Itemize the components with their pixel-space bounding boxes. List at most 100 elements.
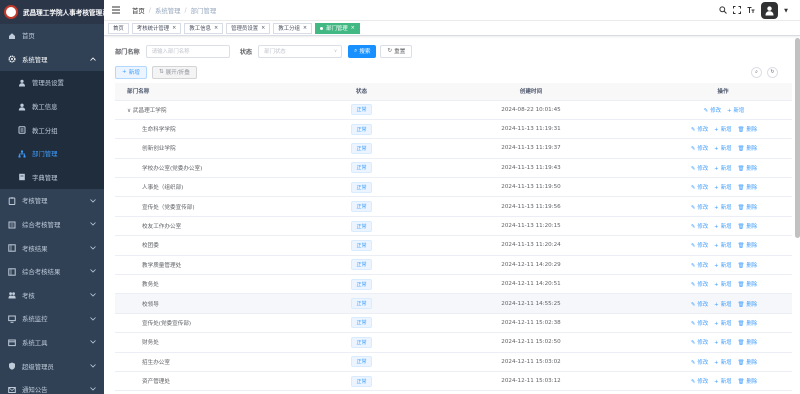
dept-name: 宣传处（党委宣传部) (142, 204, 195, 211)
sidebar-item[interactable]: 考核结果 (0, 236, 104, 260)
search-icon[interactable] (719, 5, 727, 16)
add-child-button[interactable]: + 新增 (712, 127, 731, 133)
edit-button[interactable]: ✎ 修改 (702, 108, 721, 114)
chevron-down-icon[interactable]: ▼ (784, 8, 788, 14)
tag-2[interactable]: 教工信息 × (184, 22, 224, 34)
sidebar-item[interactable]: 首页 (0, 24, 104, 48)
dict-icon (18, 173, 26, 181)
add-child-button[interactable]: + 新增 (712, 146, 731, 152)
sidebar-item[interactable]: 管理员设置 (0, 71, 104, 95)
edit-button[interactable]: ✎ 修改 (689, 243, 708, 249)
search-toggle-button[interactable]: ⌕ (751, 66, 762, 78)
hamburger-icon[interactable] (112, 6, 120, 14)
delete-button[interactable]: 🗑 删除 (736, 166, 758, 172)
status-cell: 正常 (315, 293, 408, 314)
sidebar-item[interactable]: 部门管理 (0, 141, 104, 166)
status-badge: 正常 (351, 201, 372, 213)
chevron-down-icon (89, 339, 96, 346)
sidebar-item[interactable]: 通知公告 (0, 378, 104, 394)
add-child-button[interactable]: + 新增 (712, 205, 731, 211)
delete-button[interactable]: 🗑 删除 (736, 379, 758, 385)
delete-button[interactable]: 🗑 删除 (736, 302, 758, 308)
tag-3[interactable]: 管理员设置 × (226, 22, 271, 34)
search-button[interactable]: ⌕ 搜索 (348, 44, 377, 58)
add-child-button[interactable]: + 新增 (712, 263, 731, 269)
sidebar-item[interactable]: 系统工具 (0, 331, 104, 355)
edit-button[interactable]: ✎ 修改 (689, 146, 708, 152)
delete-button[interactable]: 🗑 删除 (736, 146, 758, 152)
sidebar-item[interactable]: 教工信息 (0, 94, 104, 119)
sidebar-item[interactable]: 综合考核管理 (0, 213, 104, 237)
delete-button[interactable]: 🗑 删除 (736, 340, 758, 346)
plus-icon: + (714, 301, 719, 308)
fullscreen-icon[interactable] (733, 5, 742, 16)
edit-button[interactable]: ✎ 修改 (689, 127, 708, 133)
refresh-button[interactable]: ↻ (767, 66, 778, 78)
add-button[interactable]: + 新增 (115, 65, 147, 79)
delete-button[interactable]: 🗑 删除 (736, 185, 758, 191)
sidebar-item[interactable]: 字典管理 (0, 165, 104, 190)
sidebar-item[interactable]: 考核 (0, 284, 104, 308)
tag-1[interactable]: 考核统计管理 × (131, 22, 182, 34)
close-icon[interactable]: × (303, 25, 307, 31)
tag-5[interactable]: 部门管理 × (315, 22, 360, 34)
sidebar-item[interactable]: 系统管理 (0, 48, 104, 72)
edit-button[interactable]: ✎ 修改 (689, 282, 708, 288)
add-child-button[interactable]: + 新增 (712, 243, 731, 249)
ops-cell: ✎ 修改 + 新增 🗑 删除 (654, 177, 792, 198)
edit-button[interactable]: ✎ 修改 (689, 166, 708, 172)
add-child-button[interactable]: + 新增 (712, 282, 731, 288)
edit-button[interactable]: ✎ 修改 (689, 185, 708, 191)
expand-collapse-button[interactable]: ⇅ 展开/折叠 (151, 65, 197, 79)
create-time-cell: 2024-12-11 14:20:51 (408, 274, 654, 295)
dept-name-input[interactable]: 请输入部门名称 (145, 44, 230, 58)
delete-button[interactable]: 🗑 删除 (736, 263, 758, 269)
add-child-button-label: 新增 (720, 185, 732, 192)
edit-button[interactable]: ✎ 修改 (689, 205, 708, 211)
add-child-button[interactable]: + 新增 (712, 302, 731, 308)
sidebar-item[interactable]: 超级管理员 (0, 354, 104, 378)
breadcrumb-home[interactable]: 首页 (132, 6, 145, 15)
close-icon[interactable]: × (172, 25, 176, 31)
edit-button[interactable]: ✎ 修改 (689, 379, 708, 385)
delete-button[interactable]: 🗑 删除 (736, 224, 758, 230)
delete-button[interactable]: 🗑 删除 (736, 360, 758, 366)
close-icon[interactable]: × (351, 25, 355, 31)
add-child-button[interactable]: + 新增 (712, 185, 731, 191)
close-icon[interactable]: × (214, 25, 218, 31)
edit-button[interactable]: ✎ 修改 (689, 263, 708, 269)
close-icon[interactable]: × (261, 25, 265, 31)
breadcrumb-system[interactable]: 系统管理 (155, 6, 181, 15)
delete-button[interactable]: 🗑 删除 (736, 205, 758, 211)
user-avatar[interactable] (761, 2, 779, 19)
status-select[interactable]: 部门状态 ∨ (258, 44, 343, 58)
add-child-button[interactable]: + 新增 (712, 166, 731, 172)
sidebar-item[interactable]: 综合考核结果 (0, 260, 104, 284)
text-size-icon[interactable] (747, 6, 755, 16)
delete-button[interactable]: 🗑 删除 (736, 127, 758, 133)
sidebar-item[interactable]: 考核管理 (0, 189, 104, 213)
add-child-button[interactable]: + 新增 (712, 360, 731, 366)
edit-button[interactable]: ✎ 修改 (689, 360, 708, 366)
scrollbar[interactable] (795, 38, 800, 238)
edit-button[interactable]: ✎ 修改 (689, 321, 708, 327)
delete-button[interactable]: 🗑 删除 (736, 282, 758, 288)
add-child-button[interactable]: + 新增 (725, 108, 744, 114)
edit-button[interactable]: ✎ 修改 (689, 224, 708, 230)
chevron-down-icon: ∨ (333, 48, 338, 54)
reset-button[interactable]: ↻ 重置 (380, 44, 413, 58)
edit-button[interactable]: ✎ 修改 (689, 340, 708, 346)
sidebar-item[interactable]: 教工分组 (0, 118, 104, 142)
tag-0[interactable]: 首页 (108, 22, 129, 34)
add-child-button[interactable]: + 新增 (712, 379, 731, 385)
app-logo[interactable]: 武昌理工学院人事考核管理系统 (0, 0, 104, 24)
edit-button[interactable]: ✎ 修改 (689, 302, 708, 308)
sidebar-item[interactable]: 系统监控 (0, 307, 104, 331)
plus-icon: + (714, 359, 719, 366)
add-child-button[interactable]: + 新增 (712, 224, 731, 230)
add-child-button[interactable]: + 新增 (712, 340, 731, 346)
delete-button[interactable]: 🗑 删除 (736, 321, 758, 327)
delete-button[interactable]: 🗑 删除 (736, 243, 758, 249)
tag-4[interactable]: 教工分组 × (273, 22, 313, 34)
add-child-button[interactable]: + 新增 (712, 321, 731, 327)
